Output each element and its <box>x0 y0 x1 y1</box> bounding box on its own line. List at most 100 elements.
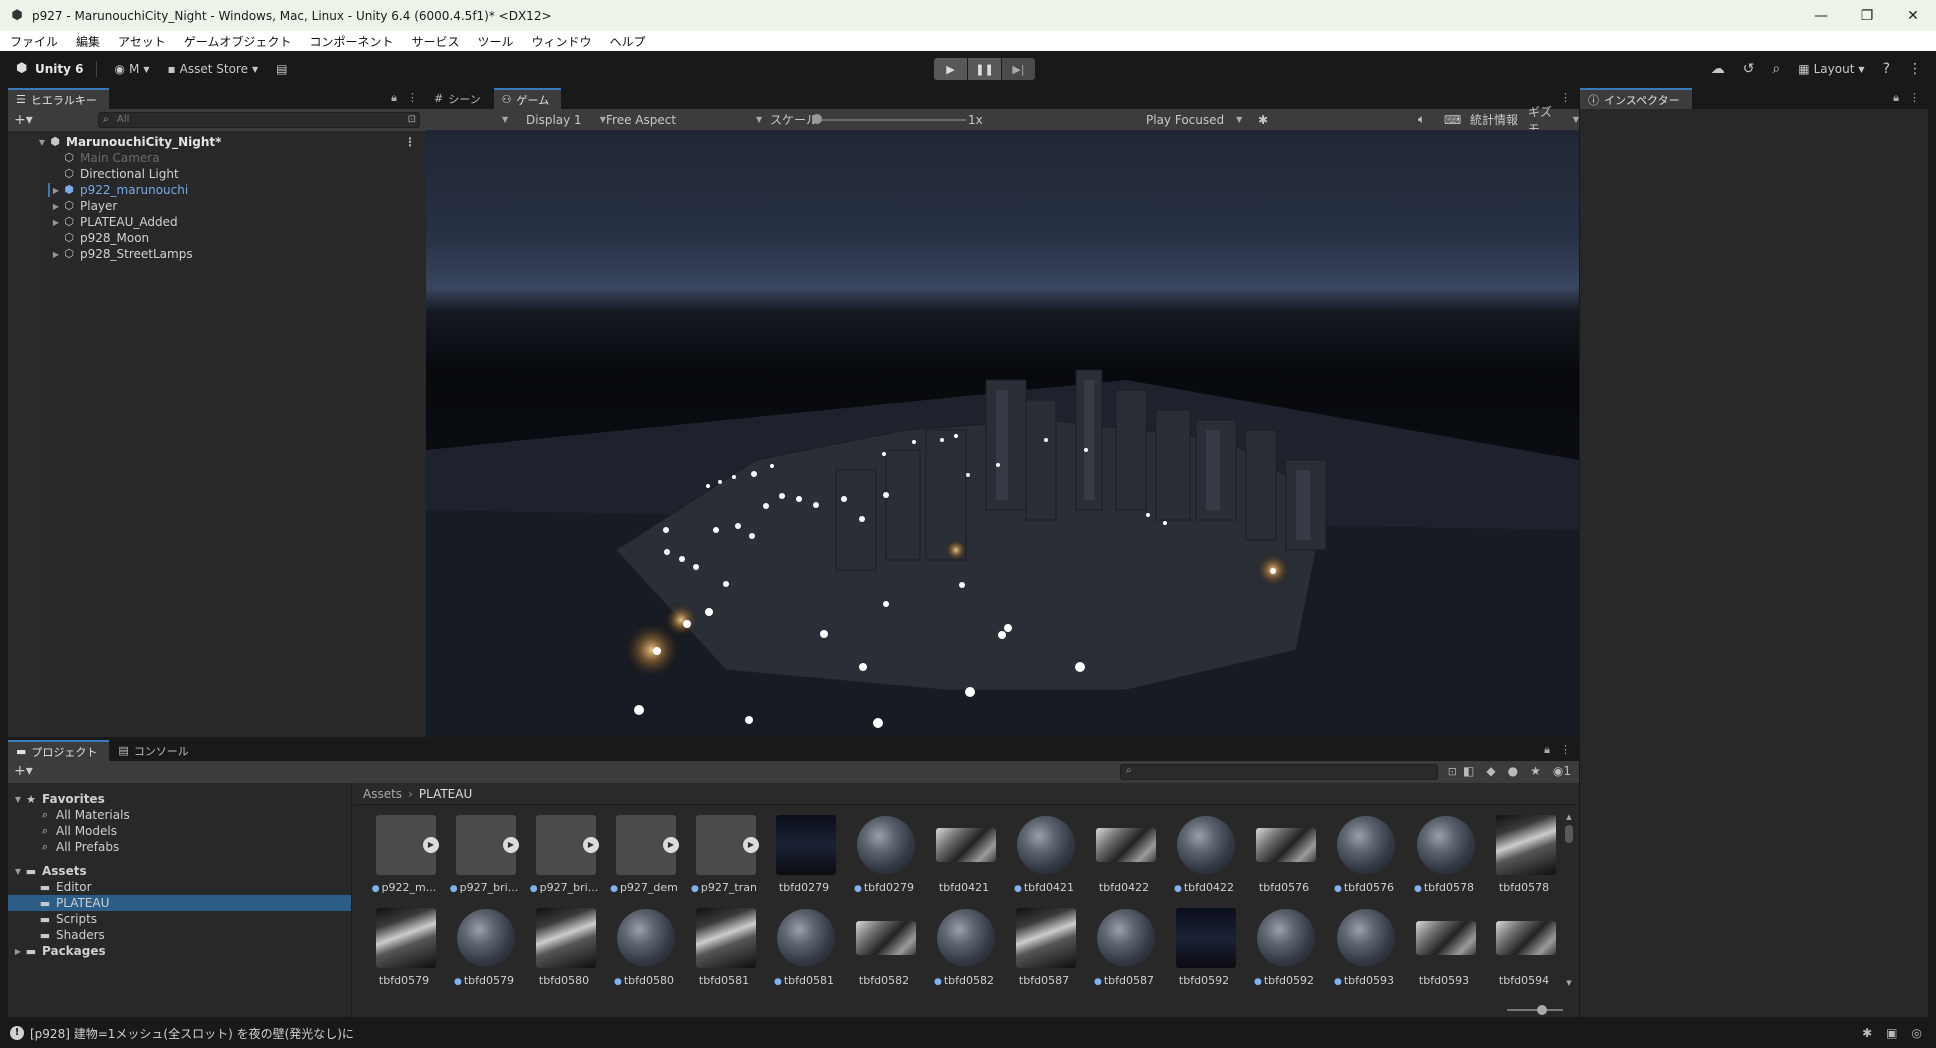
asset-item[interactable]: ▶ ● p927_dem <box>609 815 679 901</box>
expand-arrow-icon[interactable]: ▶ <box>50 186 62 195</box>
create-button[interactable]: +▾ <box>14 112 42 128</box>
asset-item[interactable]: tbfd0279 <box>769 815 839 901</box>
project-tree-item[interactable]: ▬ Shaders <box>8 927 351 943</box>
menu-services[interactable]: サービス <box>401 33 467 50</box>
menu-tools[interactable]: ツール <box>467 33 521 50</box>
breadcrumb-assets[interactable]: Assets <box>363 787 402 801</box>
asset-item[interactable]: tbfd0582 <box>849 908 919 994</box>
asset-item[interactable]: ▶ ● p927_tran <box>689 815 759 901</box>
hidden-packages-toggle[interactable]: ◉1 <box>1553 764 1571 778</box>
search-icon[interactable]: ⌕ <box>1772 61 1780 77</box>
info-filter-icon[interactable]: ● <box>1508 764 1518 778</box>
asset-item[interactable]: ● tbfd0587 <box>1089 908 1159 994</box>
game-viewport[interactable] <box>426 130 1579 737</box>
menu-file[interactable]: ファイル <box>0 33 66 50</box>
project-tree-item[interactable]: ▶ ▬ Packages <box>8 943 351 959</box>
menu-help[interactable]: ヘルプ <box>600 33 654 50</box>
cloud-icon[interactable]: ☁ <box>1711 61 1725 77</box>
label-tag-icon[interactable]: ◆ <box>1486 764 1495 778</box>
close-button[interactable]: ✕ <box>1890 0 1936 31</box>
tab-scene[interactable]: # シーン <box>426 88 493 109</box>
asset-item[interactable]: ▶ ● p927_bri... <box>449 815 519 901</box>
scroll-down-icon[interactable]: ▼ <box>1565 979 1573 987</box>
asset-item[interactable]: ● tbfd0580 <box>609 908 679 994</box>
asset-item[interactable]: tbfd0594 <box>1489 908 1559 994</box>
expand-arrow-icon[interactable]: ▼ <box>12 795 24 804</box>
asset-item[interactable]: ● tbfd0279 <box>849 815 919 901</box>
maximize-button[interactable]: ❐ <box>1844 0 1890 31</box>
project-tree-item[interactable]: ⌕ All Models <box>8 823 351 839</box>
hierarchy-item-player[interactable]: ▶ ⬡ Player <box>50 198 117 214</box>
history-icon[interactable]: ↺ <box>1743 61 1755 77</box>
asset-item[interactable]: ● tbfd0422 <box>1169 815 1239 901</box>
expand-arrow-icon[interactable]: ▶ <box>50 218 62 227</box>
favorite-star-icon[interactable]: ★ <box>1530 764 1541 778</box>
asset-item[interactable]: tbfd0592 <box>1169 908 1239 994</box>
menu-window[interactable]: ウィンドウ <box>522 33 600 50</box>
menu-assets[interactable]: アセット <box>108 33 174 50</box>
tab-inspector[interactable]: ⓘ インスペクター <box>1580 88 1692 109</box>
menu-edit[interactable]: 編集 <box>66 33 108 50</box>
tab-project[interactable]: ▬ プロジェクト <box>8 740 110 761</box>
expand-subassets-icon[interactable]: ▶ <box>503 837 519 853</box>
create-asset-button[interactable]: +▾ <box>14 763 42 779</box>
project-tree-item[interactable]: ▬ Editor <box>8 879 351 895</box>
bug-report-icon[interactable]: ✱ <box>1862 1026 1872 1040</box>
tab-hierarchy[interactable]: ☰ ヒエラルキー <box>8 88 109 109</box>
expand-subassets-icon[interactable]: ▶ <box>743 837 759 853</box>
hierarchy-item-plateau-added[interactable]: ▶ ⬡ PLATEAU_Added <box>50 214 178 230</box>
asset-item[interactable]: tbfd0587 <box>1009 908 1079 994</box>
scene-menu-icon[interactable]: ⋮ <box>404 135 416 149</box>
menu-component[interactable]: コンポーネント <box>299 33 401 50</box>
panel-menu-icon[interactable]: ⋮ <box>1560 743 1571 757</box>
asset-item[interactable]: ● tbfd0579 <box>449 908 519 994</box>
progress-check-icon[interactable]: ◎ <box>1912 1026 1922 1040</box>
hierarchy-item-directional-light[interactable]: ⬡ Directional Light <box>62 166 178 182</box>
help-icon[interactable]: ? <box>1883 61 1890 77</box>
thumbnail-size-handle[interactable] <box>1537 1005 1547 1015</box>
panel-menu-icon[interactable]: ⋮ <box>407 91 418 105</box>
play-mode-dropdown[interactable]: Play Focused ▼ <box>1146 109 1242 130</box>
asset-item[interactable]: tbfd0422 <box>1089 815 1159 901</box>
search-filter-icon[interactable]: ⊡ <box>1448 765 1457 778</box>
asset-item[interactable]: tbfd0581 <box>689 908 759 994</box>
lock-icon[interactable]: 🔒︎ <box>391 91 397 105</box>
asset-item[interactable]: tbfd0421 <box>929 815 999 901</box>
tab-console[interactable]: ▤ コンソール <box>110 740 200 761</box>
lock-icon[interactable]: 🔒︎ <box>1544 743 1550 757</box>
hierarchy-item-p928-streetlamps[interactable]: ▶ ⬡ p928_StreetLamps <box>50 246 193 262</box>
asset-grid-scrollbar[interactable]: ▲ ▼ <box>1565 813 1573 987</box>
package-button[interactable]: ▤ <box>270 62 293 76</box>
lock-icon[interactable]: 🔒︎ <box>1893 91 1899 105</box>
debug-bug-button[interactable]: ✱ <box>1258 109 1268 130</box>
asset-item[interactable]: tbfd0579 <box>369 908 439 994</box>
asset-item[interactable]: ● tbfd0421 <box>1009 815 1079 901</box>
expand-subassets-icon[interactable]: ▶ <box>423 837 439 853</box>
account-dropdown[interactable]: ◉ M ▼ <box>109 62 156 76</box>
asset-item[interactable]: ▶ ● p922_m... <box>369 815 439 901</box>
asset-item[interactable]: ● tbfd0578 <box>1409 815 1479 901</box>
expand-arrow-icon[interactable]: ▶ <box>50 202 62 211</box>
cache-server-icon[interactable]: ▣ <box>1886 1026 1897 1040</box>
aspect-dropdown[interactable]: Free Aspect ▼ <box>606 109 762 130</box>
asset-item[interactable]: ● tbfd0582 <box>929 908 999 994</box>
pause-button[interactable]: ❚❚ <box>968 58 1001 80</box>
mute-audio-button[interactable]: 🔈︎ <box>1418 109 1425 130</box>
layout-dropdown[interactable]: ▦ Layout ▼ <box>1798 62 1864 76</box>
step-button[interactable]: ▶| <box>1002 58 1035 80</box>
panel-menu-icon[interactable]: ⋮ <box>1909 91 1920 105</box>
asset-item[interactable]: tbfd0580 <box>529 908 599 994</box>
menu-gameobject[interactable]: ゲームオブジェクト <box>174 33 300 50</box>
stats-button[interactable]: 統計情報 <box>1470 109 1518 130</box>
expand-subassets-icon[interactable]: ▶ <box>583 837 599 853</box>
unity-brand-button[interactable]: ⬢ Unity 6 <box>16 62 84 77</box>
hierarchy-item-p928-moon[interactable]: ⬡ p928_Moon <box>62 230 149 246</box>
minimize-button[interactable]: — <box>1798 0 1844 31</box>
project-tree-item[interactable]: ⌕ All Materials <box>8 807 351 823</box>
project-tree-item[interactable]: ▼ ▬ Assets <box>8 863 351 879</box>
expand-arrow-icon[interactable]: ▼ <box>36 138 48 147</box>
project-tree-item[interactable]: ▼ ★ Favorites <box>8 791 351 807</box>
expand-subassets-icon[interactable]: ▶ <box>663 837 679 853</box>
breadcrumb-plateau[interactable]: PLATEAU <box>419 787 472 801</box>
play-button[interactable]: ▶ <box>934 58 967 80</box>
